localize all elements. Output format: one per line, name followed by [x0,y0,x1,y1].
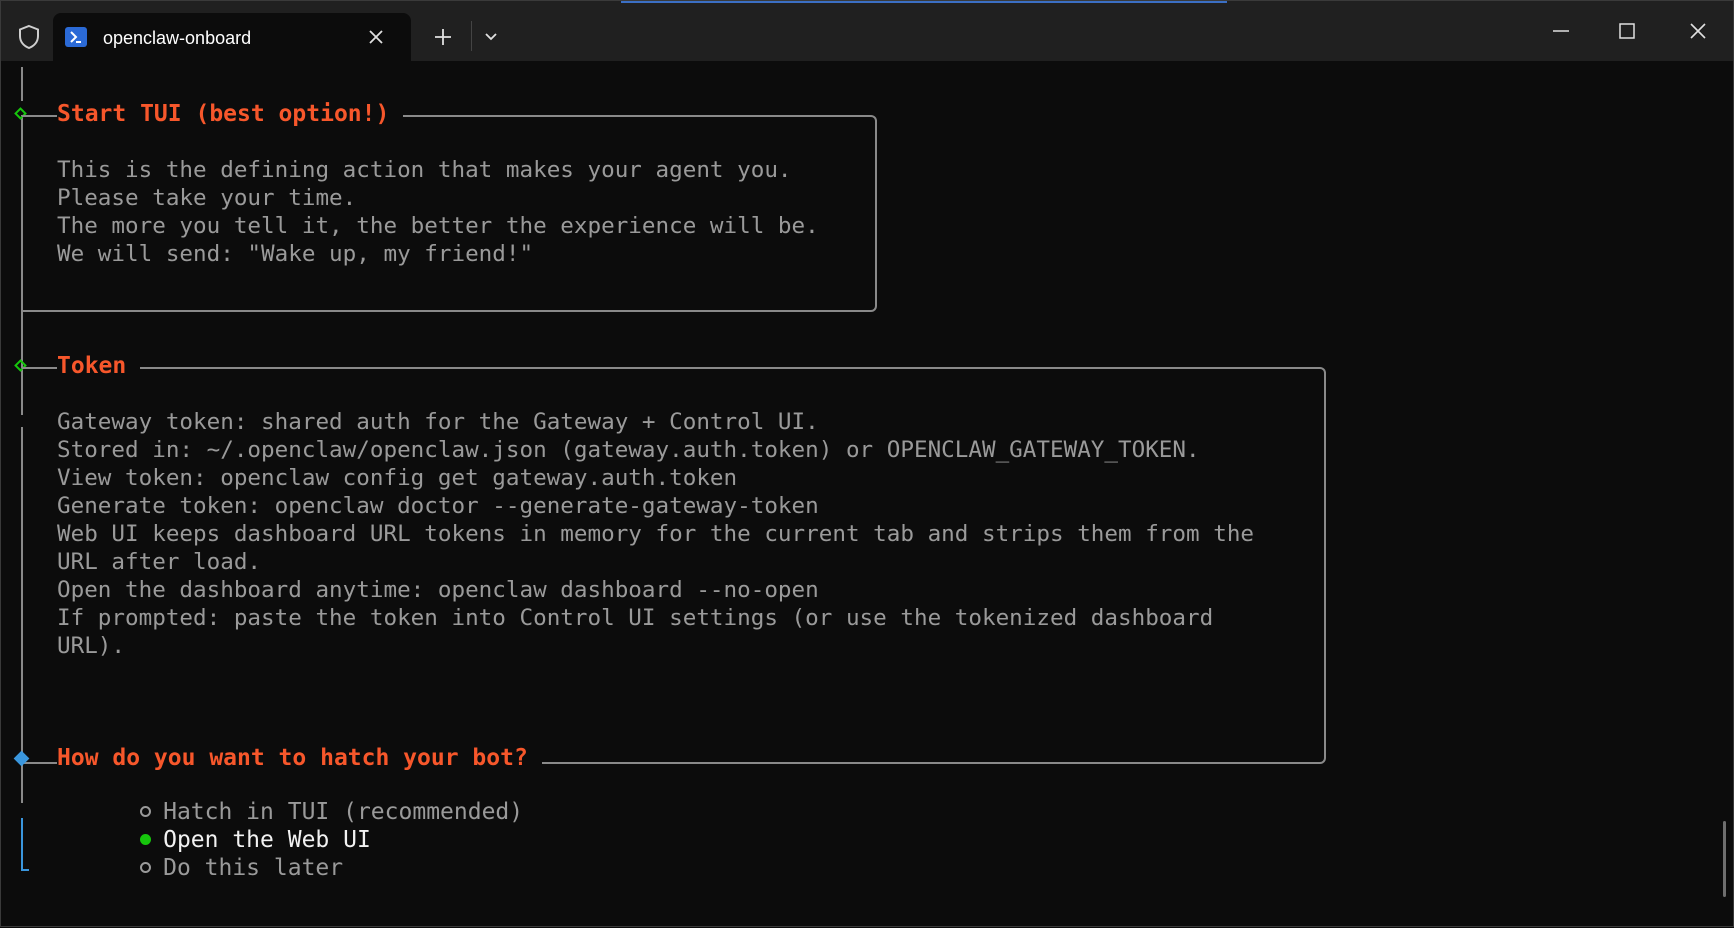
tab-title: openclaw-onboard [103,28,252,48]
start-tui-line: We will send: "Wake up, my friend!" [57,241,534,267]
token-line: URL after load. [57,549,262,575]
title-bar: openclaw-onboard [1,1,1733,61]
start-tui-line: Please take your time. [57,185,357,211]
powershell-icon [65,27,87,47]
token-line: Generate token: openclaw doctor --genera… [57,493,819,519]
tree-rail [21,67,23,101]
maximize-icon[interactable] [1615,19,1639,43]
token-line: URL). [57,633,126,659]
token-line: View token: openclaw config get gateway.… [57,465,738,491]
token-line: If prompted: paste the token into Contro… [57,605,1214,631]
window-close-icon[interactable] [1686,19,1710,43]
close-icon[interactable] [365,26,387,48]
shield-icon[interactable] [17,24,41,50]
minimize-icon[interactable] [1549,19,1573,43]
tab-openclaw-onboard[interactable]: openclaw-onboard [53,13,411,61]
terminal-content[interactable]: Start TUI (best option!) This is the def… [1,61,1717,928]
start-tui-heading: Start TUI (best option!) [57,101,404,127]
start-tui-line: This is the defining action that makes y… [57,157,792,183]
start-tui-line: The more you tell it, the better the exp… [57,213,819,239]
plus-icon[interactable] [431,25,455,49]
option-label: Do this later [163,855,344,881]
token-line: Gateway token: shared auth for the Gatew… [57,409,819,435]
tree-rail-end [21,869,29,871]
token-line: Open the dashboard anytime: openclaw das… [57,577,819,603]
option-do-this-later[interactable]: Do this later [57,829,343,907]
token-line: Web UI keeps dashboard URL tokens in mem… [57,521,1255,547]
token-heading: Token [57,353,141,379]
chevron-down-icon[interactable] [481,27,501,47]
scrollbar-thumb[interactable] [1723,821,1726,897]
radio-unselected-icon [140,862,152,873]
token-line: Stored in: ~/.openclaw/openclaw.json (ga… [57,437,1200,463]
tab-separator [471,21,472,51]
title-accent-line [621,1,1227,3]
hatch-question: How do you want to hatch your bot? [57,745,542,771]
terminal-window: openclaw-onboard Start TUI (best option!… [0,0,1734,927]
tree-rail-active [21,818,23,870]
